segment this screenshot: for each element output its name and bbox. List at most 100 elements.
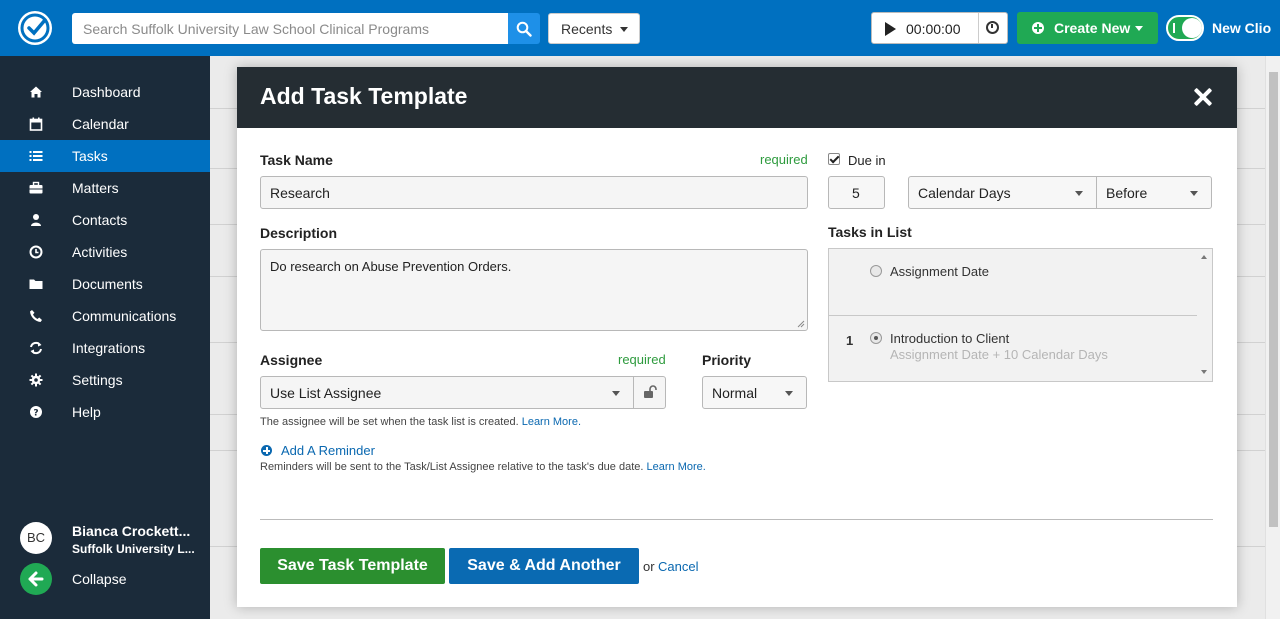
briefcase-icon (29, 181, 43, 194)
assignee-label: Assignee (260, 352, 323, 368)
chevron-down-icon (785, 391, 793, 396)
sidebar-item-help[interactable]: ? Help (0, 396, 210, 428)
sidebar-item-label: Activities (72, 244, 128, 260)
recents-label: Recents (561, 21, 613, 37)
new-clio-toggle[interactable] (1166, 15, 1204, 41)
list-scrollbar[interactable] (1197, 249, 1212, 381)
home-icon (30, 86, 42, 98)
sidebar-item-label: Dashboard (72, 84, 141, 100)
assignee-help-label: The assignee will be set when the task l… (260, 416, 519, 428)
clio-logo-icon[interactable] (18, 11, 52, 45)
sidebar-item-integrations[interactable]: Integrations (0, 332, 210, 364)
add-reminder-link[interactable]: Add A Reminder (281, 443, 375, 458)
play-icon[interactable] (885, 22, 896, 36)
due-in-label: Due in (848, 153, 886, 168)
list-item-number: 1 (846, 333, 854, 348)
sidebar-item-documents[interactable]: Documents (0, 268, 210, 300)
sync-icon (30, 341, 42, 355)
avatar: BC (20, 522, 52, 554)
list-item-detail: Assignment Date + 10 Calendar Days (890, 347, 1108, 362)
sidebar-item-communications[interactable]: Communications (0, 300, 210, 332)
description-value: Do research on Abuse Prevention Orders. (270, 259, 512, 274)
scroll-up-icon[interactable] (1201, 255, 1207, 259)
create-new-button[interactable]: Create New (1017, 12, 1158, 44)
timer-value: 00:00:00 (906, 21, 961, 37)
priority-value: Normal (712, 385, 758, 401)
list-item-name: Assignment Date (890, 264, 989, 279)
sidebar-item-label: Communications (72, 308, 177, 324)
save-and-add-another-button[interactable]: Save & Add Another (449, 548, 639, 584)
tasks-in-list-label: Tasks in List (828, 224, 912, 240)
sidebar-item-settings[interactable]: Settings (0, 364, 210, 396)
phone-icon (30, 310, 42, 322)
learn-more-link[interactable]: Learn More. (522, 416, 581, 428)
task-radio[interactable] (870, 332, 882, 344)
assignee-select[interactable]: Use List Assignee (260, 376, 634, 409)
top-bar: Recents 00:00:00 Create New New Clio (0, 0, 1280, 56)
chevron-down-icon (1135, 26, 1143, 31)
unlock-icon (644, 385, 657, 398)
sidebar-item-dashboard[interactable]: Dashboard (0, 76, 210, 108)
due-relation-select[interactable]: Before (1096, 176, 1212, 209)
arrow-left-icon (20, 563, 52, 595)
clock-icon[interactable] (986, 21, 999, 34)
description-textarea[interactable]: Do research on Abuse Prevention Orders. (260, 249, 808, 331)
sidebar-item-label: Help (72, 404, 101, 420)
sidebar-item-matters[interactable]: Matters (0, 172, 210, 204)
tasks-in-list: Assignment Date 1 Introduction to Client… (828, 248, 1213, 382)
search-button[interactable] (508, 13, 540, 44)
resize-handle-icon[interactable] (797, 320, 805, 328)
cancel-link[interactable]: Cancel (658, 559, 698, 574)
gear-icon (29, 373, 43, 387)
save-task-template-button[interactable]: Save Task Template (260, 548, 445, 584)
search-box (72, 13, 540, 44)
help-icon: ? (30, 406, 42, 419)
close-icon[interactable] (1193, 87, 1213, 107)
due-in-amount-input[interactable]: 5 (828, 176, 885, 209)
scroll-down-icon[interactable] (1201, 370, 1207, 374)
sidebar-item-label: Contacts (72, 212, 128, 228)
sidebar-item-label: Calendar (72, 116, 129, 132)
chevron-down-icon (1075, 191, 1083, 196)
collapse-button[interactable]: Collapse (20, 563, 210, 595)
task-name-input[interactable]: Research (260, 176, 808, 209)
user-organization: Suffolk University L... (72, 542, 195, 556)
clock-icon (29, 245, 43, 259)
required-indicator: required (760, 152, 808, 167)
divider (260, 519, 1213, 520)
recents-dropdown[interactable]: Recents (548, 13, 640, 44)
due-in-amount-value: 5 (852, 185, 860, 201)
due-relation-value: Before (1106, 185, 1148, 201)
assignee-help-text: The assignee will be set when the task l… (260, 416, 581, 428)
folder-icon (29, 279, 43, 289)
sidebar-item-label: Settings (72, 372, 123, 388)
sidebar-item-tasks[interactable]: Tasks (0, 140, 210, 172)
toggle-on-mark (1173, 23, 1175, 33)
priority-select[interactable]: Normal (702, 376, 807, 409)
sidebar-item-label: Tasks (72, 148, 108, 164)
or-label: or (643, 559, 655, 574)
toggle-knob (1182, 18, 1202, 38)
scrollbar-thumb[interactable] (1269, 72, 1278, 527)
add-reminder-icon[interactable] (261, 445, 272, 456)
timer-divider (978, 13, 979, 43)
due-unit-select[interactable]: Calendar Days (908, 176, 1097, 209)
calendar-icon (29, 117, 43, 131)
search-input[interactable] (72, 13, 508, 44)
page-scrollbar[interactable] (1265, 56, 1280, 619)
due-in-checkbox[interactable] (828, 153, 840, 165)
search-icon (516, 21, 532, 37)
sidebar-item-activities[interactable]: Activities (0, 236, 210, 268)
sidebar-item-calendar[interactable]: Calendar (0, 108, 210, 140)
task-radio[interactable] (870, 265, 882, 277)
chevron-down-icon (612, 391, 620, 396)
svg-text:?: ? (33, 409, 38, 419)
reminder-help-text: Reminders will be sent to the Task/List … (260, 461, 706, 473)
assignee-lock-button[interactable] (633, 376, 666, 409)
learn-more-link[interactable]: Learn More. (647, 461, 706, 473)
description-label: Description (260, 225, 338, 241)
sidebar-item-contacts[interactable]: Contacts (0, 204, 210, 236)
new-clio-label: New Clio (1212, 20, 1272, 36)
create-new-label: Create New (1054, 20, 1131, 36)
chevron-down-icon (1190, 191, 1198, 196)
